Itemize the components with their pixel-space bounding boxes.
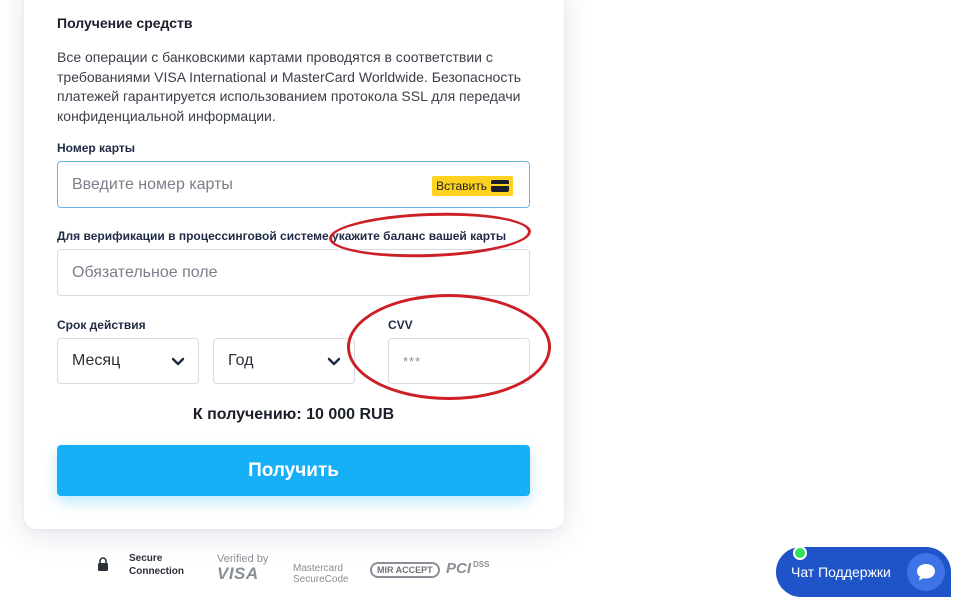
paste-button[interactable]: Вставить [432,176,513,196]
secure-line-1: Secure [129,553,163,564]
chat-bubble-icon [907,553,945,591]
month-select-value: Месяц [72,352,121,369]
mastercard-securecode-logo: Mastercard SecureCode [293,563,349,585]
secure-connection-badge: Secure Connection [129,552,184,578]
year-select[interactable]: Год [213,338,355,384]
card-number-input[interactable]: Введите номер карты Вставить [57,161,530,208]
lock-icon [98,557,108,571]
pci-text: PCI [446,560,472,577]
annotation-ellipse-cvv [347,294,551,400]
chevron-down-icon [171,357,185,366]
paste-button-label: Вставить [436,179,487,193]
credit-card-icon [491,180,509,192]
expiry-label: Срок действия [57,318,146,332]
mastercard-text: Mastercard [293,563,344,574]
month-select[interactable]: Месяц [57,338,199,384]
securecode-text: SecureCode [293,574,349,585]
form-title: Получение средств [57,15,193,31]
card-number-placeholder: Введите номер карты [72,175,233,193]
chevron-down-icon [327,357,341,366]
amount-text: К получению: 10 000 RUB [192,406,395,423]
secure-line-2: Connection [129,566,184,577]
visa-text: VISA [217,564,259,583]
verified-by-visa-logo: Verified by VISA [217,553,268,583]
online-status-indicator [793,546,807,560]
balance-input[interactable]: Обязательное поле [57,249,530,296]
support-chat-button[interactable]: Чат Поддержки [776,546,951,597]
dss-text: DSS [473,560,490,569]
support-chat-label: Чат Поддержки [791,564,891,580]
form-description: Все операции с банковскими картами прово… [57,49,522,124]
pci-dss-logo: PCI DSS [446,560,489,577]
balance-placeholder: Обязательное поле [72,263,218,281]
year-select-value: Год [228,352,254,369]
card-number-label: Номер карты [57,141,136,155]
submit-button[interactable]: Получить [57,445,530,496]
security-badges: Secure Connection Verified by VISA Maste… [0,548,600,588]
mir-accept-logo: MIR ACCEPT [370,562,440,578]
